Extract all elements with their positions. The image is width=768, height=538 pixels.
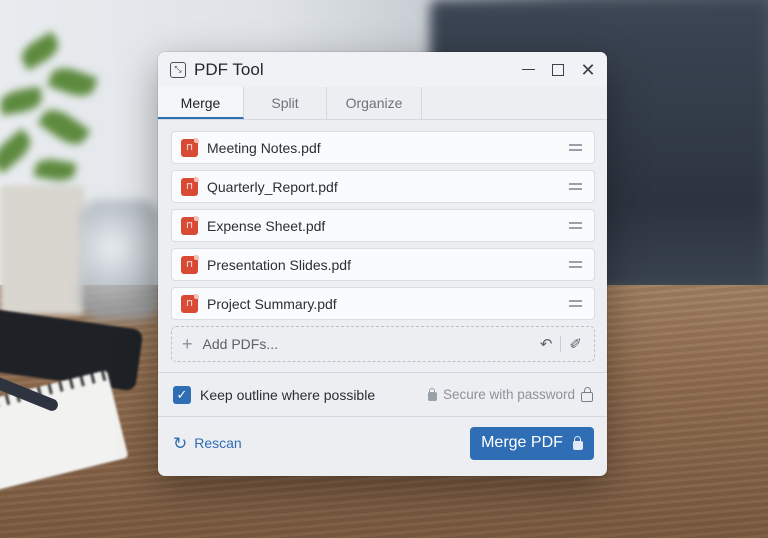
tab-bar: Merge Split Organize <box>158 87 607 120</box>
lock-icon <box>581 386 593 402</box>
add-pdfs-dropzone[interactable]: + Add PDFs... ↶ ✐ <box>171 326 595 362</box>
edit-icon[interactable]: ✐ <box>569 335 582 353</box>
drag-handle-icon[interactable] <box>569 183 582 190</box>
secure-with-password-option[interactable]: Secure with password <box>427 386 593 402</box>
file-name: Project Summary.pdf <box>207 295 337 312</box>
pdf-tool-app-icon: ⤡ <box>170 61 186 78</box>
options-bar: ✓ Keep outline where possible Secure wit… <box>158 372 607 416</box>
tab-organize[interactable]: Organize <box>327 87 422 119</box>
pdf-file-icon: ⊓ <box>181 293 199 313</box>
add-tools: ↶ ✐ <box>540 335 582 353</box>
keep-outline-checkbox[interactable]: ✓ <box>173 385 191 404</box>
file-list: ⊓ Meeting Notes.pdf ⊓ Quarterly_Report.p… <box>158 120 607 362</box>
list-item[interactable]: ⊓ Quarterly_Report.pdf <box>171 170 595 203</box>
minimize-icon[interactable] <box>521 63 535 77</box>
drag-handle-icon[interactable] <box>569 144 582 151</box>
drag-handle-icon[interactable] <box>569 300 582 307</box>
drag-handle-icon[interactable] <box>569 261 582 268</box>
pdf-file-icon: ⊓ <box>181 254 199 274</box>
keep-outline-label[interactable]: Keep outline where possible <box>200 387 375 403</box>
maximize-icon[interactable] <box>551 63 565 77</box>
list-item[interactable]: ⊓ Presentation Slides.pdf <box>171 248 595 281</box>
tab-merge[interactable]: Merge <box>158 87 244 119</box>
tool-separator <box>560 336 562 352</box>
window-title: PDF Tool <box>194 59 264 79</box>
refresh-icon: ↻ <box>173 433 188 453</box>
plus-icon: + <box>182 334 193 354</box>
background-plant <box>0 20 140 220</box>
close-icon[interactable]: ✕ <box>580 61 595 79</box>
file-name: Meeting Notes.pdf <box>207 139 321 156</box>
rescan-button[interactable]: ↻ Rescan <box>173 435 242 452</box>
file-name: Quarterly_Report.pdf <box>207 178 338 195</box>
secure-label: Secure with password <box>442 387 575 402</box>
footer: ↻ Rescan Merge PDF <box>158 416 607 469</box>
title-bar[interactable]: ⤡ PDF Tool ✕ <box>158 52 607 87</box>
list-item[interactable]: ⊓ Project Summary.pdf <box>171 287 595 320</box>
merge-pdf-label: Merge PDF <box>481 434 563 451</box>
pdf-file-icon: ⊓ <box>181 176 199 196</box>
pdf-file-icon: ⊓ <box>181 137 199 157</box>
undo-icon[interactable]: ↶ <box>540 335 553 353</box>
rescan-label: Rescan <box>194 435 242 451</box>
pdf-file-icon: ⊓ <box>181 215 199 235</box>
drag-handle-icon[interactable] <box>569 222 582 229</box>
file-name: Presentation Slides.pdf <box>207 256 351 273</box>
lock-icon <box>427 387 437 401</box>
add-pdfs-label: Add PDFs... <box>202 336 278 352</box>
merge-pdf-button[interactable]: Merge PDF <box>470 426 594 460</box>
list-item[interactable]: ⊓ Expense Sheet.pdf <box>171 209 595 242</box>
lock-icon <box>572 435 583 450</box>
list-item[interactable]: ⊓ Meeting Notes.pdf <box>171 131 595 164</box>
background-glass <box>80 200 160 320</box>
pdf-tool-window: ⤡ PDF Tool ✕ Merge Split Organize ⊓ Meet… <box>158 52 607 476</box>
tab-split[interactable]: Split <box>244 87 327 119</box>
file-name: Expense Sheet.pdf <box>207 217 326 234</box>
window-controls: ✕ <box>521 61 595 79</box>
